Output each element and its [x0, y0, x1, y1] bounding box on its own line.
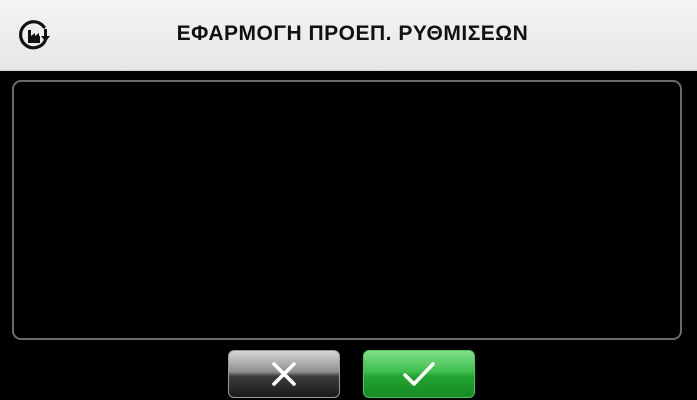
screen: ΕΦΑΡΜΟΓΗ ΠΡΟΕΠ. ΡΥΘΜΙΣΕΩΝ: [0, 0, 697, 400]
confirm-button[interactable]: [363, 350, 475, 398]
page-title: ΕΦΑΡΜΟΓΗ ΠΡΟΕΠ. ΡΥΘΜΙΣΕΩΝ: [176, 22, 529, 45]
checkmark-icon: [402, 360, 436, 388]
cancel-button[interactable]: [228, 350, 340, 398]
close-icon: [271, 361, 297, 387]
header-bar: ΕΦΑΡΜΟΓΗ ΠΡΟΕΠ. ΡΥΘΜΙΣΕΩΝ: [0, 0, 697, 71]
message-panel: [12, 80, 682, 340]
